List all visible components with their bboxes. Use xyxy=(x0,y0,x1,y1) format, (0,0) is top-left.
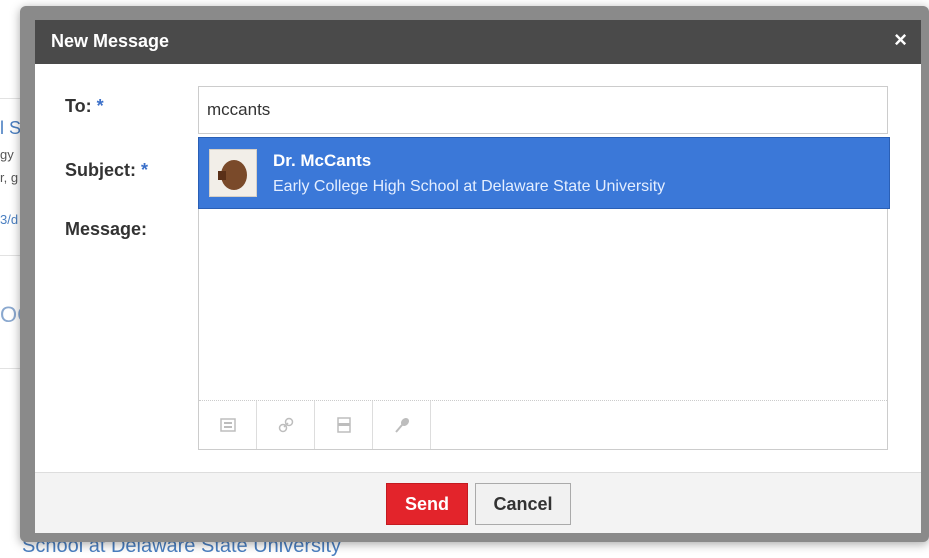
link-icon[interactable] xyxy=(257,401,315,449)
close-icon[interactable]: × xyxy=(894,29,907,51)
recipient-suggestion[interactable]: Dr. McCants Early College High School at… xyxy=(198,137,890,209)
subject-label: Subject: * xyxy=(65,160,148,181)
editor-toolbar xyxy=(199,400,887,449)
microphone-icon[interactable] xyxy=(373,401,431,449)
background-divider xyxy=(0,255,20,256)
background-divider xyxy=(0,98,20,99)
background-text-fragment: l S xyxy=(0,118,22,138)
dialog-title: New Message xyxy=(51,31,170,51)
avatar xyxy=(209,149,257,197)
to-label: To: * xyxy=(65,96,104,117)
suggestion-name: Dr. McCants xyxy=(273,151,372,170)
to-label-text: To: xyxy=(65,96,92,116)
required-marker: * xyxy=(96,96,104,116)
message-label: Message: xyxy=(65,219,147,240)
message-label-text: Message: xyxy=(65,219,148,239)
background-text-fragment: r, g xyxy=(0,170,19,185)
subject-label-text: Subject: xyxy=(65,160,137,180)
suggestion-organization: Early College High School at Delaware St… xyxy=(273,178,666,195)
dialog-titlebar: New Message × xyxy=(35,20,921,64)
new-message-dialog: New Message × To: * Subject: * Message: xyxy=(35,20,921,533)
insert-image-icon[interactable] xyxy=(199,401,257,449)
background-text-fragment: gy xyxy=(0,147,14,162)
dialog-footer: Send Cancel xyxy=(35,472,921,533)
required-marker: * xyxy=(141,160,149,180)
background-text-fragment: 3/d xyxy=(0,212,19,227)
background-divider xyxy=(0,368,20,369)
send-button[interactable]: Send xyxy=(386,483,468,525)
cancel-button[interactable]: Cancel xyxy=(475,483,571,525)
embed-icon[interactable] xyxy=(315,401,373,449)
to-input[interactable] xyxy=(198,86,888,134)
